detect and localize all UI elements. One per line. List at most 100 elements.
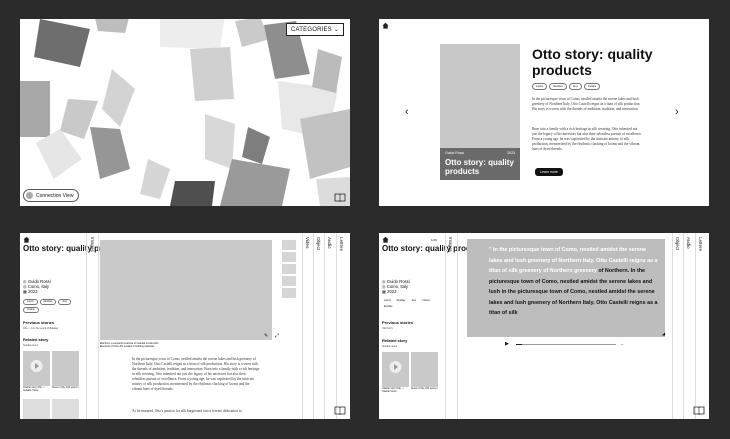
tab-object[interactable]: Object: [316, 237, 321, 250]
tab-images[interactable]: Images: [90, 237, 95, 252]
divider: [695, 233, 696, 419]
tag[interactable]: Meubles: [395, 299, 408, 303]
related-story-heading: Related story: [23, 337, 49, 342]
divider: [457, 233, 458, 419]
related-image: [23, 351, 50, 386]
tag[interactable]: Cuisine: [583, 83, 601, 90]
categories-label: CATEGORIES: [290, 27, 332, 33]
related-image: [52, 351, 79, 386]
divider: [98, 233, 99, 419]
book-icon[interactable]: [693, 406, 705, 415]
related-caption: Seven of the 100 women: [411, 387, 438, 390]
related-card[interactable]: Seven of the 100 women: [411, 352, 438, 397]
book-icon[interactable]: [334, 193, 346, 202]
thumbnail[interactable]: [282, 240, 296, 250]
thumbnail-strip: [282, 240, 296, 300]
tag[interactable]: Loisirs: [382, 299, 393, 303]
thumbnail[interactable]: [282, 252, 296, 262]
cover-title: Otto story: quality products: [445, 158, 514, 176]
related-story-heading: Related story: [382, 338, 408, 343]
audio-progress-fill: [516, 344, 522, 345]
related-card[interactable]: Cladrar story Otto — Cladrar Victor: [382, 352, 409, 397]
categories-dropdown[interactable]: CATEGORIES ⌄: [285, 23, 344, 36]
divider: [302, 233, 303, 419]
related-caption: Cladrar story Otto — Suitable Victor: [23, 386, 45, 392]
tag[interactable]: Loisirs: [532, 83, 548, 90]
related-image: [382, 352, 409, 387]
cover-caption: Guido Rossi 2023 Otto story: quality pro…: [440, 148, 520, 180]
tab-object[interactable]: Object: [675, 237, 680, 250]
story-detail-view: ‹ › Guido Rossi 2023 Otto story: quality…: [379, 19, 709, 206]
book-icon[interactable]: [334, 406, 346, 415]
home-icon[interactable]: [382, 22, 389, 29]
expand-icon[interactable]: ⤢: [275, 333, 279, 339]
year-meta: ▦ 2023: [23, 289, 37, 294]
year-meta: ▦ 2023: [382, 289, 396, 294]
story-paragraph: In the picturesque town of Como, nestled…: [532, 97, 641, 111]
tab-video[interactable]: Video: [305, 237, 310, 248]
home-icon[interactable]: [382, 236, 389, 243]
related-card[interactable]: Cladrar story Otto — Suitable Victor: [23, 351, 50, 396]
related-card[interactable]: Seven of the 100 women: [52, 351, 79, 396]
tag[interactable]: Cuisine: [23, 307, 39, 313]
previous-story-link[interactable]: Otto Story: [382, 327, 393, 330]
play-button[interactable]: ▶: [505, 341, 509, 347]
chevron-left-icon[interactable]: ‹: [405, 106, 409, 118]
story-body: In the picturesque town of Como, nestled…: [132, 357, 260, 391]
related-card[interactable]: [52, 399, 79, 419]
tab-audio[interactable]: Audio: [686, 237, 691, 249]
tab-lettere[interactable]: Lettere: [698, 237, 703, 251]
tag-list: Loisirs Meubles Jeux Cuisine: [23, 299, 83, 313]
previous-stories-heading: Previous stories: [382, 320, 414, 325]
chevron-right-icon[interactable]: ›: [675, 106, 679, 118]
year: 2023: [28, 289, 38, 294]
tab-lettere[interactable]: Lettere: [339, 237, 344, 251]
resize-handle-icon[interactable]: ◢: [662, 331, 665, 336]
tab-audio[interactable]: Audio: [327, 237, 332, 249]
previous-stories-heading: Previous stories: [23, 320, 55, 325]
thumbnail[interactable]: [282, 264, 296, 274]
divider: [313, 233, 314, 419]
tag[interactable]: Jeux: [58, 299, 72, 305]
related-caption: Cladrar story Otto — Cladrar Victor: [382, 387, 404, 393]
tag[interactable]: Cuisine: [420, 299, 432, 303]
thumbnail[interactable]: [282, 276, 296, 286]
tag[interactable]: Loisirs: [23, 299, 38, 305]
thumbnail[interactable]: [282, 288, 296, 298]
story-paragraph: Born into a family with a rich heritage …: [532, 127, 642, 151]
related-image: [411, 352, 438, 387]
divider: [445, 233, 446, 419]
learn-more-button[interactable]: Learn more: [535, 168, 563, 176]
story-cover-card[interactable]: Guido Rossi 2023 Otto story: quality pro…: [440, 44, 520, 180]
related-caption: Seven of the 100 women: [52, 386, 79, 389]
quote-remaining: of Northern. In the picturesque town of …: [489, 268, 658, 316]
play-icon[interactable]: [23, 351, 50, 386]
connection-view-label: Connection View: [36, 192, 74, 199]
divider: [324, 233, 325, 419]
related-sub-heading: Suitable items: [23, 344, 39, 347]
tag[interactable]: Jeux: [409, 299, 418, 303]
collage-view: CATEGORIES ⌄ Connection View: [20, 19, 350, 206]
story-body: As he matured, Otto's passion for silk b…: [132, 409, 242, 413]
tag-list: Loisirs Meubles Jeux Cuisine: [532, 83, 601, 90]
divider: [672, 233, 673, 419]
related-card[interactable]: [23, 399, 50, 419]
divider: [683, 233, 684, 419]
tag[interactable]: Meubles: [39, 299, 57, 305]
audio-progress-bar[interactable]: [516, 344, 616, 345]
edit-icon[interactable]: ✎: [264, 333, 268, 339]
story-audio-view: 1/20 Otto story: quality products ◎ Guid…: [379, 233, 709, 419]
tag[interactable]: Jeux: [568, 83, 582, 90]
chevron-down-icon: ⌄: [333, 27, 339, 33]
volume-icon[interactable]: ↔: [620, 341, 624, 346]
tag[interactable]: Meubles: [549, 83, 567, 90]
connection-view-button[interactable]: Connection View: [23, 189, 80, 202]
play-icon[interactable]: [382, 352, 409, 387]
previous-story-link[interactable]: Otto — For the record of Baltasar: [23, 327, 58, 330]
tab-images[interactable]: Images: [448, 237, 453, 252]
tag[interactable]: Ecarlate: [382, 305, 394, 309]
related-sub-heading: Suitable items: [382, 345, 398, 348]
cover-author: Guido Rossi: [445, 151, 465, 155]
tag-list: Loisirs Meubles Jeux Cuisine Ecarlate: [382, 299, 434, 309]
home-icon[interactable]: [23, 236, 30, 243]
